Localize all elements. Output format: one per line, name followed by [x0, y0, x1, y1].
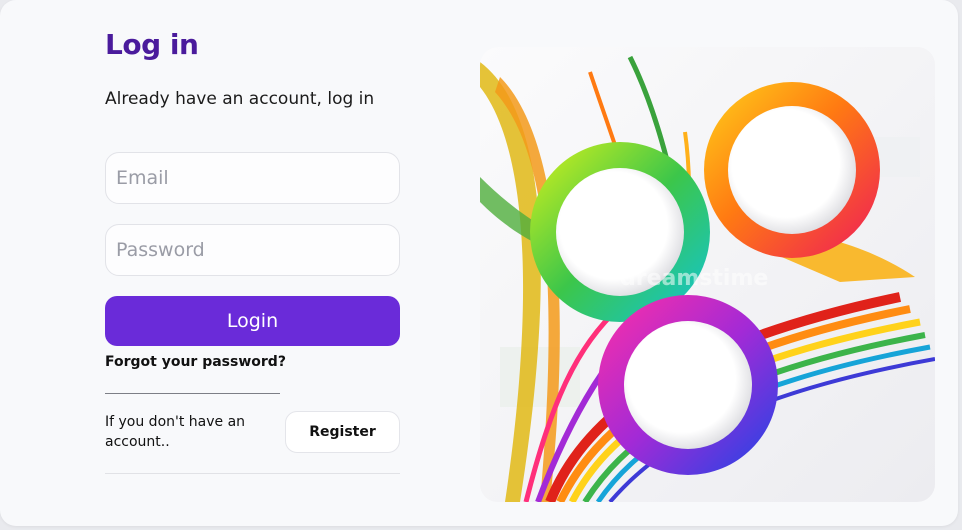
forgot-password-link[interactable]: Forgot your password?: [105, 354, 286, 370]
register-button[interactable]: Register: [285, 411, 400, 453]
page-title: Log in: [105, 28, 199, 61]
no-account-text: If you don't have an account..: [105, 414, 246, 450]
divider: [105, 393, 280, 394]
watermark-text: dreamstime: [620, 266, 768, 291]
divider-bottom: [105, 473, 400, 474]
login-button[interactable]: Login: [105, 296, 400, 346]
login-card: Log in Already have an account, log in L…: [0, 0, 958, 526]
email-field[interactable]: [105, 152, 400, 204]
hero-image: dreamstime: [480, 47, 935, 502]
password-field[interactable]: [105, 224, 400, 276]
subtitle: Already have an account, log in: [105, 89, 375, 109]
colorful-rings-illustration: dreamstime: [480, 47, 935, 502]
